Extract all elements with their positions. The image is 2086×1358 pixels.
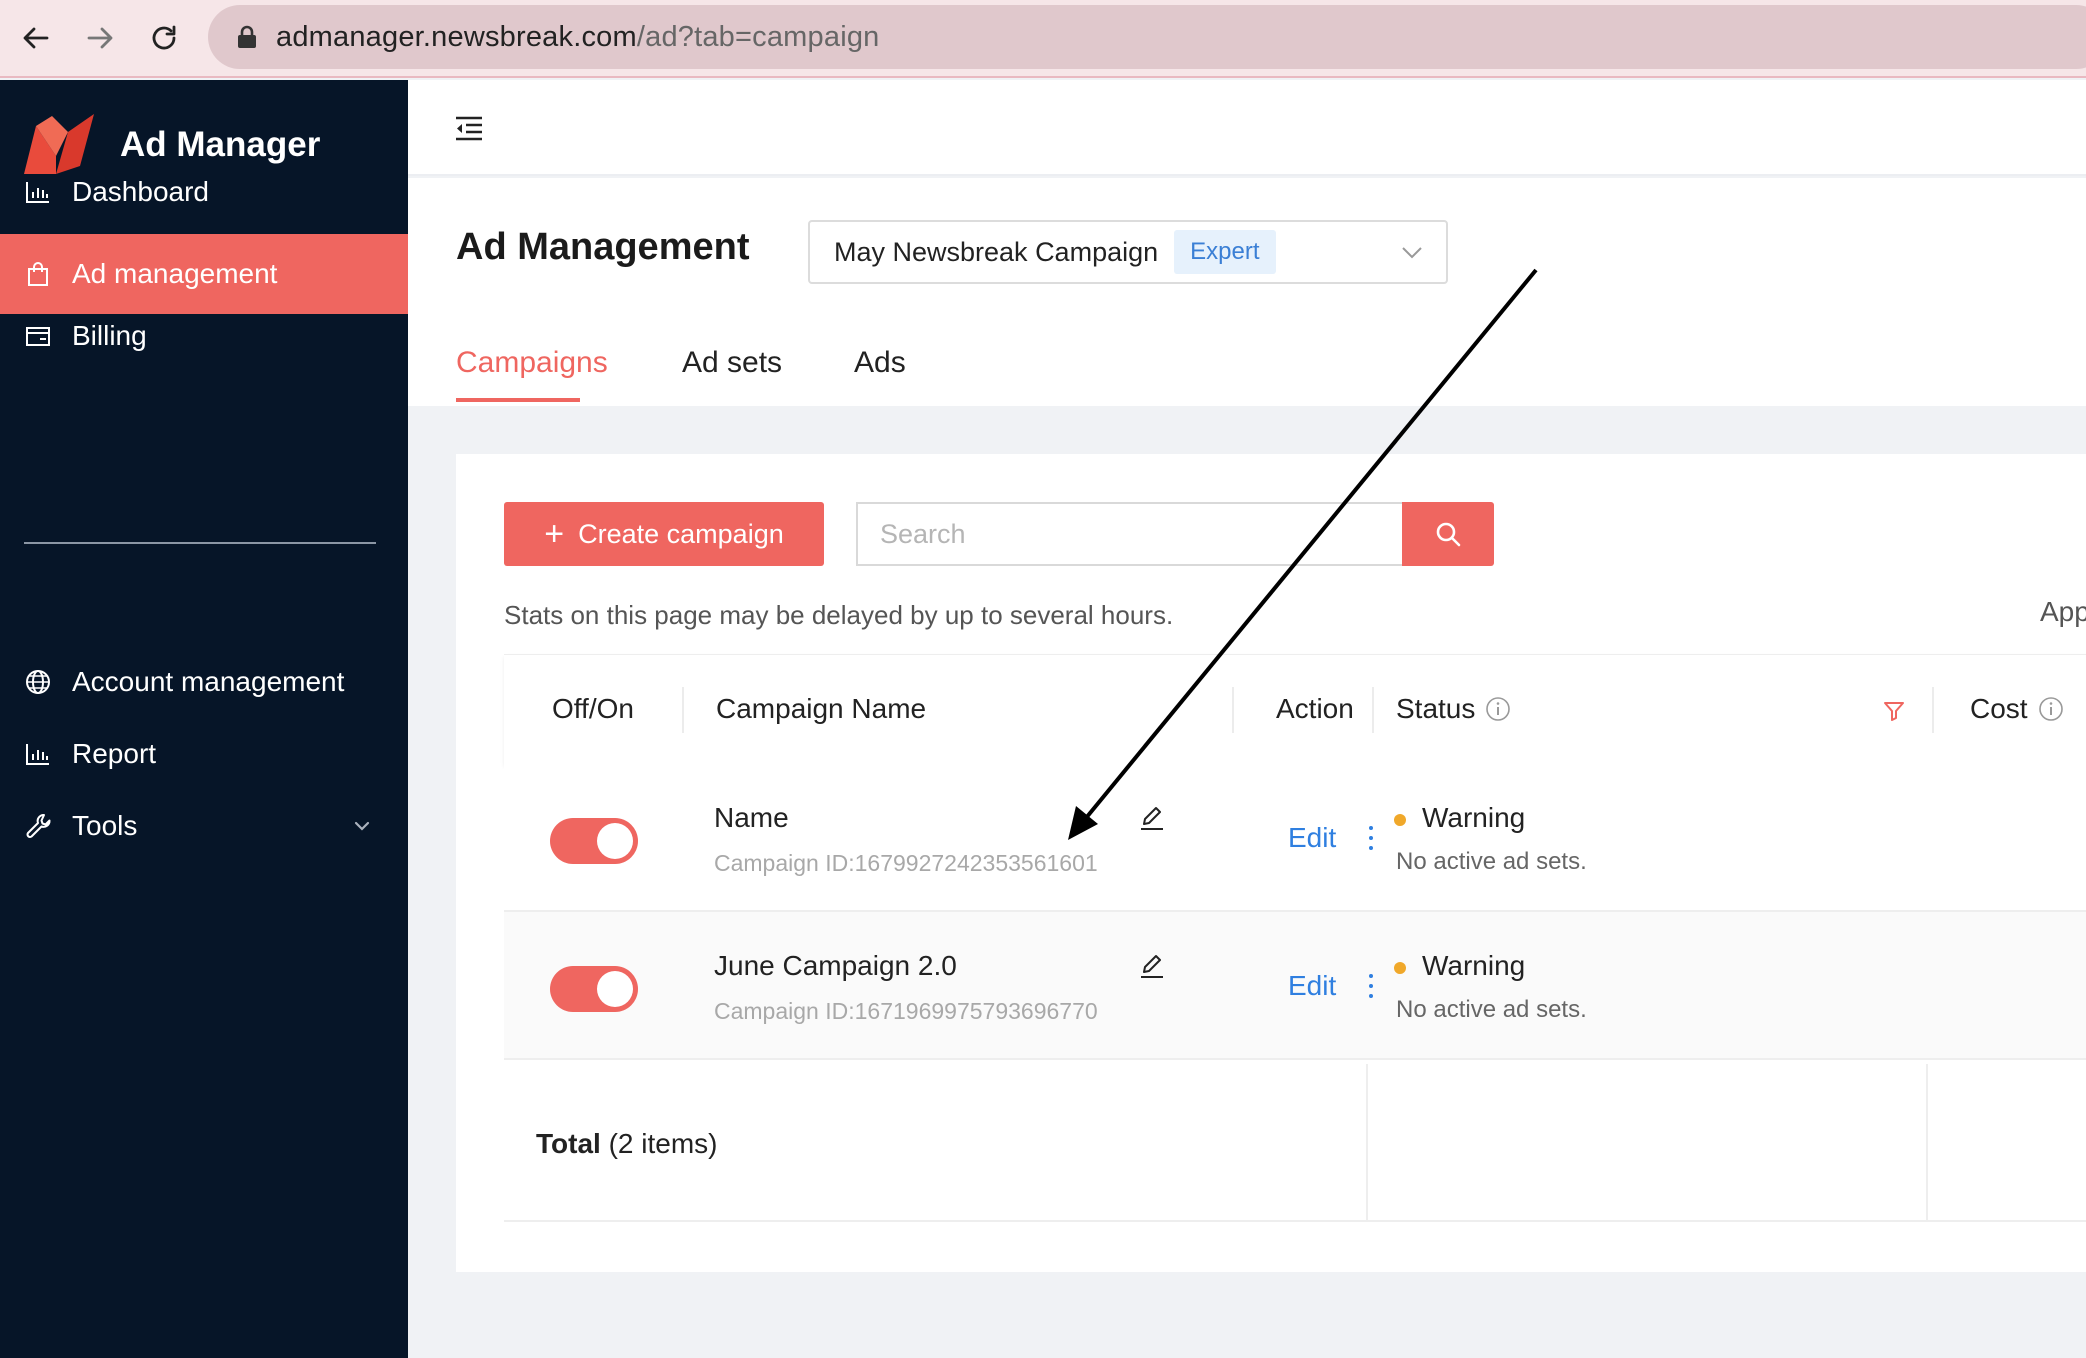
url-text: admanager.newsbreak.com/ad?tab=campaign xyxy=(276,21,880,54)
sidebar-item-billing[interactable]: Billing xyxy=(0,296,408,376)
sidebar-item-dashboard[interactable]: Dashboard xyxy=(0,152,408,232)
status-label: Warning xyxy=(1422,950,1526,981)
sidebar-item-label: Ad management xyxy=(72,258,278,289)
menu-fold-icon[interactable] xyxy=(454,114,484,144)
campaign-id: Campaign ID:1671969975793696770 xyxy=(714,998,1098,1024)
url-host: admanager.newsbreak.com xyxy=(276,21,637,53)
sidebar-item-label: Billing xyxy=(72,320,147,351)
sidebar-item-label: Report xyxy=(72,738,157,769)
col-header-cost-label: Cost xyxy=(1970,693,2028,724)
column-separator xyxy=(1926,1064,1928,1222)
status-label: Warning xyxy=(1422,802,1526,833)
filter-icon[interactable] xyxy=(1882,699,1906,723)
page-header: Ad Management May Newsbreak Campaign Exp… xyxy=(408,178,2086,406)
sidebar-item-label: Account management xyxy=(72,666,345,697)
pencil-icon[interactable] xyxy=(1138,952,1166,980)
info-icon[interactable] xyxy=(2038,696,2064,722)
toggle-knob xyxy=(597,971,633,1007)
more-vertical-icon[interactable] xyxy=(1366,822,1376,854)
campaign-select[interactable]: May Newsbreak Campaign Expert xyxy=(808,220,1448,284)
edit-link[interactable]: Edit xyxy=(1288,970,1336,1002)
campaign-name: Name xyxy=(714,802,789,833)
globe-icon xyxy=(24,668,52,696)
sidebar: Ad Manager Dashboard Ad management Billi… xyxy=(0,80,408,1358)
campaign-card: + Create campaign Stats on this page may… xyxy=(456,454,2086,1272)
tab-ads[interactable]: Ads xyxy=(854,346,906,380)
campaign-toggle[interactable] xyxy=(550,966,638,1012)
active-tab-indicator xyxy=(456,398,580,402)
back-button[interactable] xyxy=(14,16,58,60)
plus-icon: + xyxy=(544,514,565,553)
search-button[interactable] xyxy=(1402,502,1494,566)
sidebar-divider xyxy=(24,542,376,544)
warning-dot-icon xyxy=(1394,814,1406,826)
reload-icon xyxy=(152,25,176,50)
tab-ad-sets[interactable]: Ad sets xyxy=(682,346,782,380)
sidebar-item-report[interactable]: Report xyxy=(0,714,408,794)
total-summary: Total (2 items) xyxy=(536,1128,718,1160)
app-text: App xyxy=(2040,596,2086,627)
wrench-icon xyxy=(24,812,52,840)
search-icon xyxy=(1436,522,1461,547)
col-header-cost: Cost xyxy=(1970,693,2064,725)
table-row: Name Campaign ID:1679927242353561601 Edi… xyxy=(504,764,2086,912)
column-separator xyxy=(1232,687,1234,733)
browser-toolbar: admanager.newsbreak.com/ad?tab=campaign xyxy=(0,0,2086,78)
col-header-status-label: Status xyxy=(1396,693,1476,724)
bar-chart-icon xyxy=(24,740,52,768)
arrow-left-icon xyxy=(23,27,49,49)
edit-link[interactable]: Edit xyxy=(1288,822,1336,854)
col-header-campaign-name: Campaign Name xyxy=(716,693,927,724)
chevron-down-icon[interactable] xyxy=(352,816,372,836)
wallet-icon xyxy=(24,322,52,350)
col-header-status: Status xyxy=(1396,693,1511,725)
expert-badge: Expert xyxy=(1174,230,1276,274)
bar-chart-icon xyxy=(24,178,52,206)
column-separator xyxy=(682,687,684,733)
search-input[interactable] xyxy=(856,502,1404,566)
address-bar[interactable]: admanager.newsbreak.com/ad?tab=campaign xyxy=(208,5,2086,69)
page-title: Ad Management xyxy=(456,226,750,268)
chevron-down-icon xyxy=(1402,247,1422,259)
lock-icon xyxy=(238,25,256,48)
tab-campaigns[interactable]: Campaigns xyxy=(456,346,608,380)
col-header-off-on: Off/On xyxy=(552,693,634,724)
stats-delay-note: Stats on this page may be delayed by up … xyxy=(504,600,1174,630)
forward-button[interactable] xyxy=(78,16,122,60)
campaign-name: June Campaign 2.0 xyxy=(714,950,957,981)
table-header: Off/On Campaign Name Action Status Cost xyxy=(504,654,2086,764)
sidebar-item-label: Tools xyxy=(72,810,138,841)
column-separator xyxy=(1932,687,1934,733)
toggle-knob xyxy=(597,823,633,859)
campaign-toggle[interactable] xyxy=(550,818,638,864)
status-description: No active ad sets. xyxy=(1396,996,1587,1023)
top-header xyxy=(408,80,2086,176)
create-campaign-button[interactable]: + Create campaign xyxy=(504,502,824,566)
info-icon[interactable] xyxy=(1485,696,1511,722)
reload-button[interactable] xyxy=(142,16,186,60)
sidebar-item-label: Dashboard xyxy=(72,176,209,207)
sidebar-item-tools[interactable]: Tools xyxy=(0,786,408,866)
campaign-id: Campaign ID:1679927242353561601 xyxy=(714,850,1098,876)
table-total-row: Total (2 items) xyxy=(504,1064,2086,1222)
pencil-icon[interactable] xyxy=(1138,804,1166,832)
create-campaign-label: Create campaign xyxy=(578,518,784,549)
campaign-select-value: May Newsbreak Campaign xyxy=(834,236,1159,267)
column-separator xyxy=(1366,1064,1368,1222)
status-description: No active ad sets. xyxy=(1396,848,1587,875)
arrow-right-icon xyxy=(87,27,113,49)
total-label: Total xyxy=(536,1128,601,1159)
total-count: (2 items) xyxy=(608,1128,718,1159)
url-path: /ad?tab=campaign xyxy=(636,21,880,53)
shopping-bag-icon xyxy=(24,260,52,288)
col-header-action: Action xyxy=(1276,693,1354,724)
more-vertical-icon[interactable] xyxy=(1366,970,1376,1002)
sidebar-item-account-management[interactable]: Account management xyxy=(0,642,408,722)
column-separator xyxy=(1372,687,1374,733)
table-row: June Campaign 2.0 Campaign ID:1671969975… xyxy=(504,912,2086,1060)
warning-dot-icon xyxy=(1394,962,1406,974)
